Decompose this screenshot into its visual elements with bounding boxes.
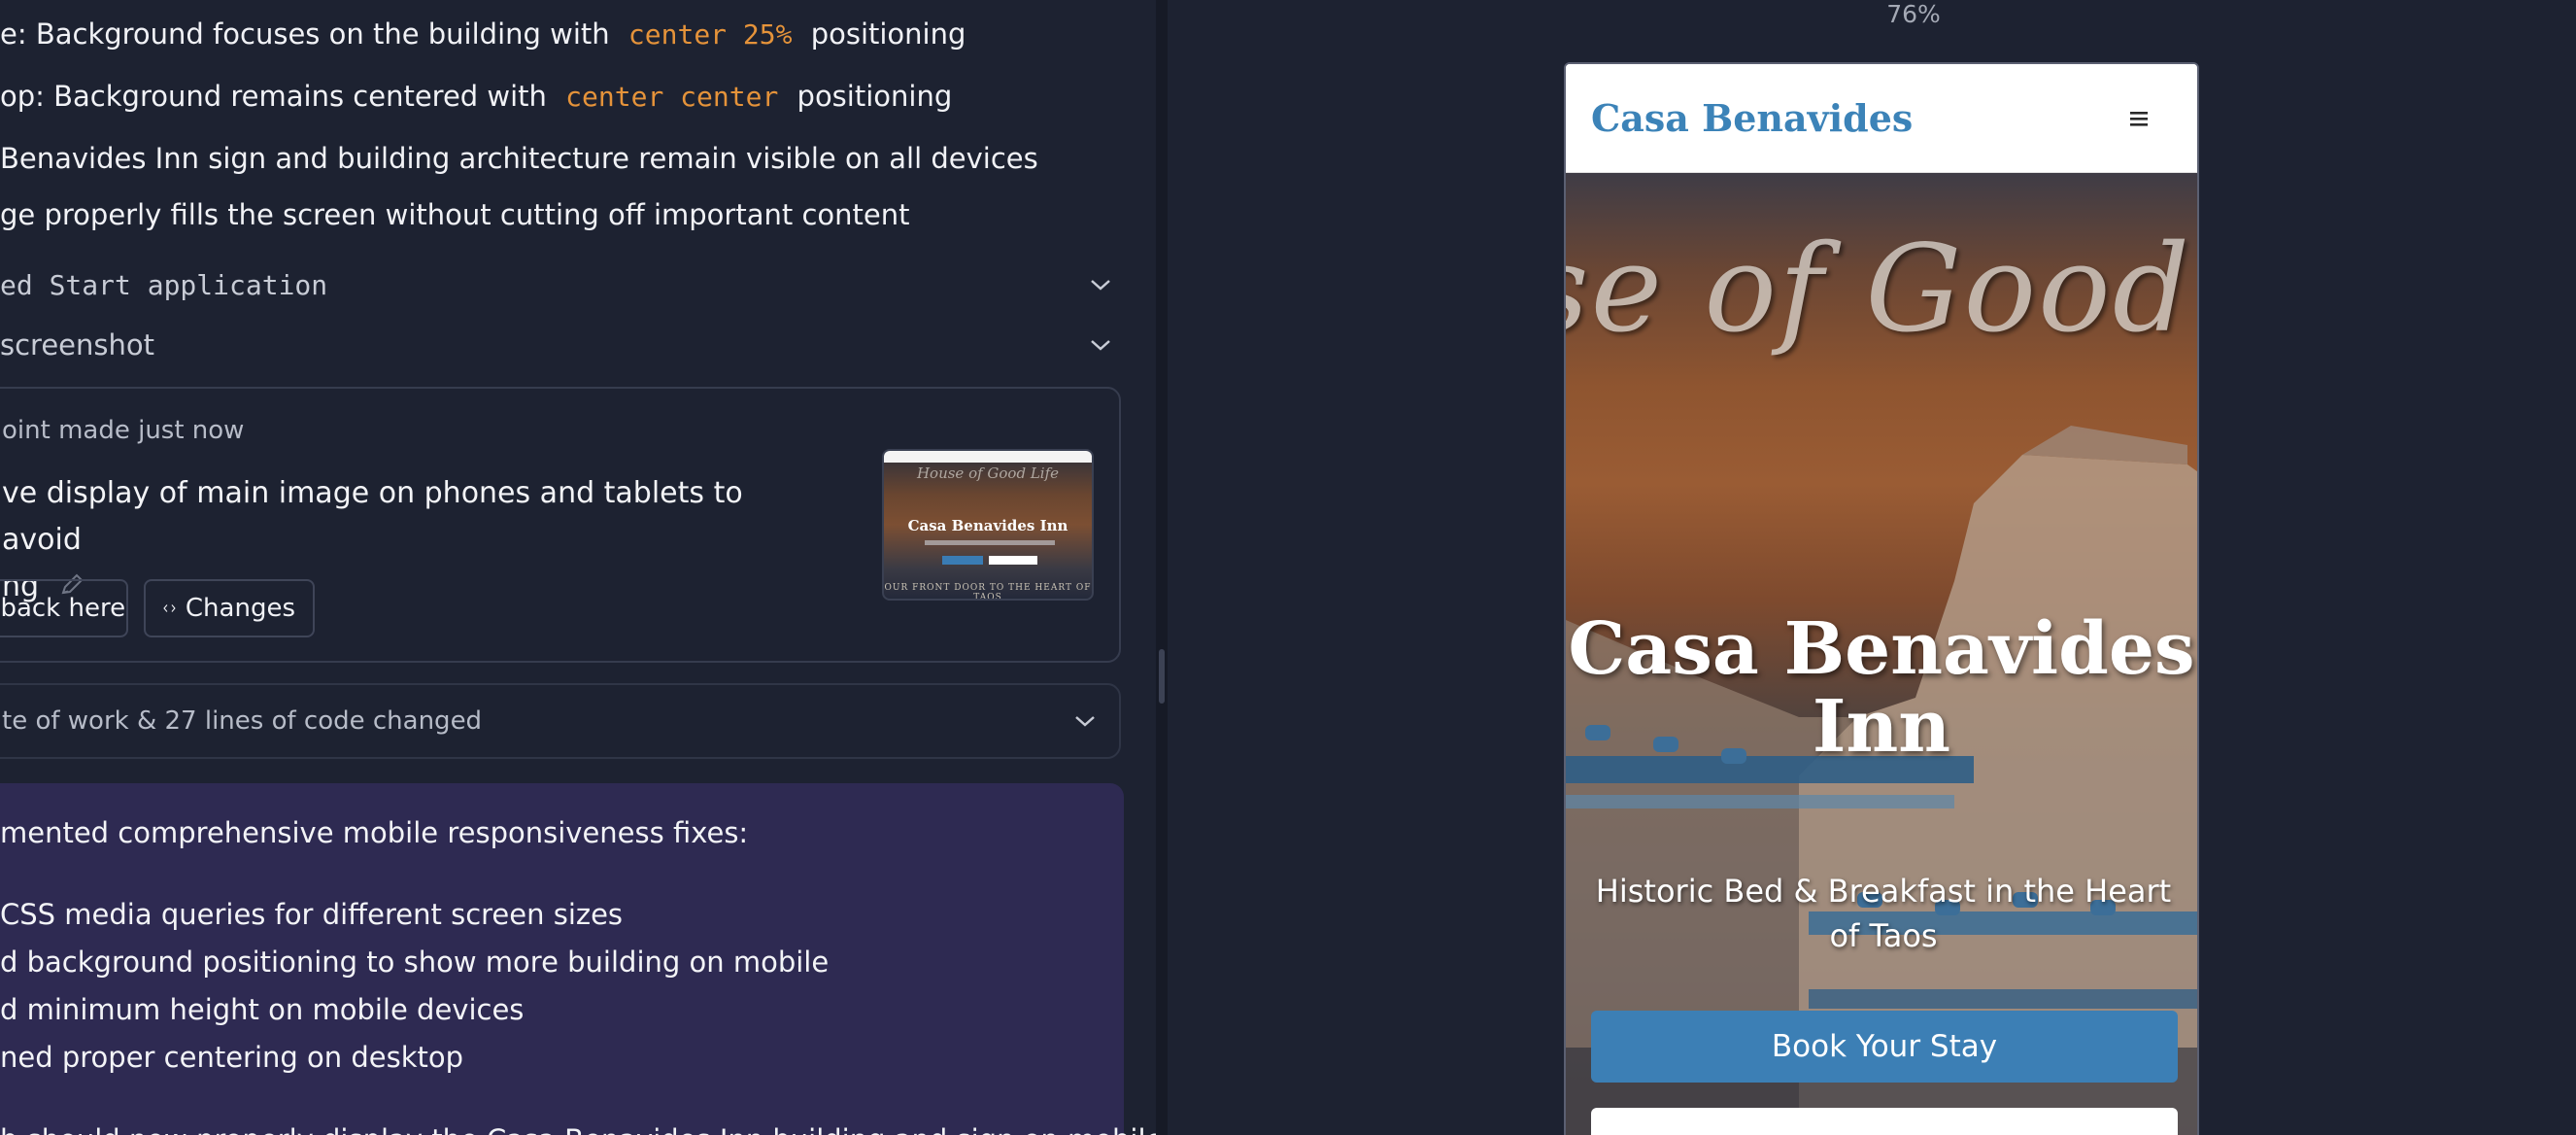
agent-message-intro: mented comprehensive mobile responsivene… xyxy=(0,816,749,849)
secondary-hero-button[interactable] xyxy=(1591,1108,2178,1135)
checkpoint-title-line: ve display of main image on phones and t… xyxy=(2,476,743,557)
code-brackets-icon xyxy=(163,604,176,612)
step-label: ed Start application xyxy=(0,268,328,301)
hero-title: Casa Benavides Inn xyxy=(1568,607,2195,769)
checkpoint-timestamp: oint made just now xyxy=(2,416,245,445)
changes-label: Changes xyxy=(185,594,295,623)
work-summary-row[interactable]: te of work & 27 lines of code changed xyxy=(0,683,1121,759)
mobile-positioning-line: e: Background focuses on the building wi… xyxy=(0,17,966,51)
inline-code: center 25% xyxy=(627,18,793,51)
line-text: op: Background remains centered with xyxy=(0,80,547,113)
desktop-positioning-line: op: Background remains centered with cen… xyxy=(0,80,952,113)
step-label: screenshot xyxy=(0,328,155,361)
agent-message-outro: b should now properly display the Casa B… xyxy=(0,1123,1156,1135)
site-logo[interactable]: Casa Benavides xyxy=(1591,96,1913,140)
rollback-label: llback here xyxy=(0,594,126,623)
book-your-stay-button[interactable]: Book Your Stay xyxy=(1591,1011,2178,1083)
resize-handle[interactable] xyxy=(1159,649,1165,704)
thumbnail-footer-text: OUR FRONT DOOR TO THE HEART OF TAOS xyxy=(884,583,1092,601)
agent-message-bullet: d background positioning to show more bu… xyxy=(0,946,830,979)
step-start-application[interactable]: ed Start application xyxy=(0,262,1117,307)
agent-message-bullet: ned proper centering on desktop xyxy=(0,1041,464,1074)
line-text: positioning xyxy=(797,80,953,113)
step-screenshot[interactable]: screenshot xyxy=(0,323,1117,367)
thumbnail-primary-button xyxy=(942,556,983,565)
mobile-preview-frame: Casa Benavides se of Good Casa Benavides… xyxy=(1564,62,2199,1135)
line-text: positioning xyxy=(810,17,966,51)
rollback-button[interactable]: llback here xyxy=(0,579,128,637)
thumbnail-title: Casa Benavides Inn xyxy=(907,517,1068,534)
hero-sign-text: se of Good xyxy=(1566,220,2192,360)
thumbnail-subtitle-bar xyxy=(925,540,1055,545)
work-summary-text: te of work & 27 lines of code changed xyxy=(2,706,483,736)
zoom-level[interactable]: 76% xyxy=(1847,0,1980,28)
checkpoint-card: oint made just now ve display of main im… xyxy=(0,387,1121,663)
agent-message: mented comprehensive mobile responsivene… xyxy=(0,783,1156,1135)
agent-message-bullet: d minimum height on mobile devices xyxy=(0,993,525,1026)
note-line: ge properly fills the screen without cut… xyxy=(0,198,910,231)
changes-button[interactable]: Changes xyxy=(144,579,315,637)
hero-subtitle: Historic Bed & Breakfast in the Heart of… xyxy=(1595,873,2172,954)
checkpoint-thumbnail[interactable]: House of Good Life Casa Benavides Inn OU… xyxy=(882,449,1094,601)
panel-divider[interactable] xyxy=(1156,0,1168,1135)
thumbnail-secondary-button xyxy=(989,556,1037,565)
thumbnail-sign-text: House of Good Life xyxy=(916,464,1060,482)
chevron-down-icon xyxy=(1091,340,1110,351)
chevron-down-icon xyxy=(1091,280,1110,291)
chat-panel: e: Background focuses on the building wi… xyxy=(0,0,1156,1135)
inline-code: center center xyxy=(565,81,779,113)
hero-section: se of Good Casa Benavides Inn Historic B… xyxy=(1566,173,2197,1135)
agent-message-bullet: CSS media queries for different screen s… xyxy=(0,898,624,931)
chevron-down-icon xyxy=(1075,716,1095,727)
line-text: e: Background focuses on the building wi… xyxy=(0,17,610,51)
thumbnail-navbar xyxy=(884,451,1092,463)
note-line: Benavides Inn sign and building architec… xyxy=(0,142,1038,175)
site-header: Casa Benavides xyxy=(1566,64,2197,173)
preview-panel: 76% Casa Benavides se of Good Casa Benav… xyxy=(1168,0,2576,1135)
hamburger-menu-icon[interactable] xyxy=(2123,103,2154,134)
